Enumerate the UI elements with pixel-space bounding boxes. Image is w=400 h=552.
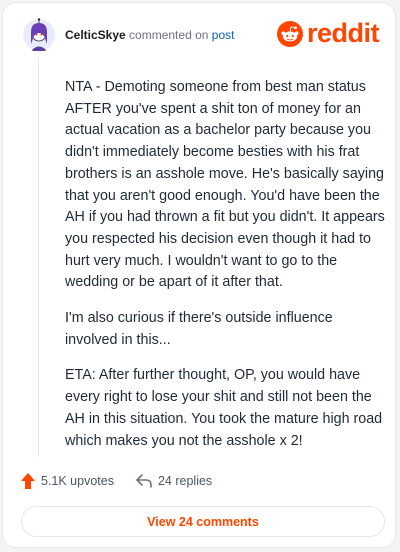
reddit-snoo-icon (276, 20, 303, 47)
post-link[interactable]: post (212, 28, 235, 42)
replies-button[interactable]: 24 replies (136, 474, 212, 488)
upvote-arrow-icon (21, 473, 35, 489)
action-text: commented on (129, 28, 209, 42)
comment-body: NTA - Demoting someone from best man sta… (65, 77, 385, 466)
comment-card: CelticSkye commented on post reddit NTA … (2, 2, 396, 548)
comment-paragraph: I'm also curious if there's outside infl… (65, 310, 333, 348)
comment-header: CelticSkye commented on post reddit (23, 17, 383, 53)
upvote-count: 5.1K upvotes (41, 474, 114, 488)
thread-line (38, 57, 39, 457)
avatar[interactable] (23, 18, 55, 52)
reply-count: 24 replies (157, 474, 213, 488)
upvote-button[interactable]: 5.1K upvotes (21, 473, 114, 489)
reply-arrow-icon (136, 474, 152, 488)
comment-paragraph: ETA: After further thought, OP, you woul… (65, 367, 383, 449)
comment-paragraph: NTA - Demoting someone from best man sta… (65, 79, 385, 291)
reddit-logo[interactable]: reddit (276, 18, 380, 49)
reddit-wordmark: reddit (306, 18, 380, 48)
byline: CelticSkye commented on post (65, 28, 234, 42)
view-comments-button[interactable]: View 24 comments (21, 506, 385, 537)
comment-actions: 5.1K upvotes 24 replies (21, 471, 212, 491)
username-link[interactable]: CelticSkye (65, 28, 126, 42)
